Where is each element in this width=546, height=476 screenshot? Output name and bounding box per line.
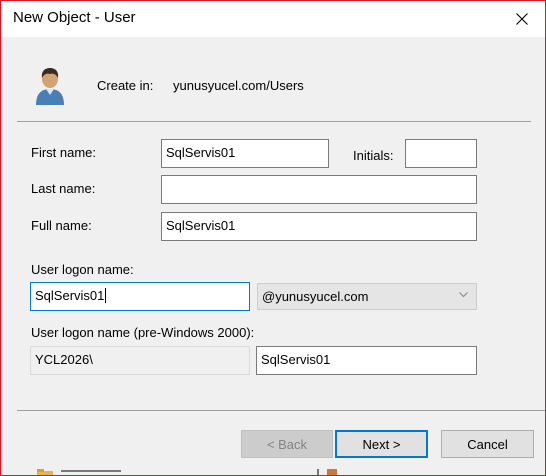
pre2000-domain-field: YCL2026\: [30, 346, 250, 375]
cancel-button[interactable]: Cancel: [441, 430, 534, 458]
user-icon: [36, 68, 64, 105]
first-name-label: First name:: [31, 145, 97, 160]
back-button[interactable]: < Back: [241, 430, 333, 458]
new-object-user-dialog: New Object - User Create in: yunusyucel.…: [0, 0, 546, 476]
last-name-label: Last name:: [31, 181, 96, 196]
logon-name-input[interactable]: SqlServis01: [30, 282, 250, 311]
background-decor: [327, 469, 337, 475]
create-in-path: yunusyucel.com/Users: [173, 78, 304, 93]
domain-suffix-value: @yunusyucel.com: [262, 289, 369, 304]
pre2000-name-input[interactable]: SqlServis01: [256, 346, 477, 375]
initials-label: Initials:: [353, 148, 394, 163]
background-decor: [317, 469, 319, 475]
header-separator: [17, 121, 531, 122]
initials-input[interactable]: [405, 139, 477, 168]
next-button[interactable]: Next >: [335, 430, 428, 458]
first-name-input[interactable]: SqlServis01: [161, 139, 329, 168]
domain-suffix-select[interactable]: @yunusyucel.com: [257, 283, 477, 310]
full-name-label: Full name:: [31, 218, 92, 233]
text-caret: [105, 288, 107, 303]
full-name-input[interactable]: SqlServis01: [161, 212, 477, 241]
chevron-down-icon: [459, 292, 468, 298]
close-button[interactable]: [499, 1, 545, 37]
close-icon: [516, 13, 528, 25]
footer-separator: [17, 410, 545, 411]
title-bar: New Object - User: [1, 1, 545, 37]
create-in-label: Create in:: [97, 78, 154, 93]
background-decor: [61, 470, 121, 472]
pre2000-label: User logon name (pre-Windows 2000):: [31, 325, 255, 340]
last-name-input[interactable]: [161, 175, 477, 204]
logon-name-label: User logon name:: [31, 262, 134, 277]
background-window-strip: [1, 467, 545, 475]
folder-icon: [37, 469, 53, 475]
window-title: New Object - User: [13, 9, 136, 26]
logon-name-value: SqlServis01: [35, 288, 105, 303]
